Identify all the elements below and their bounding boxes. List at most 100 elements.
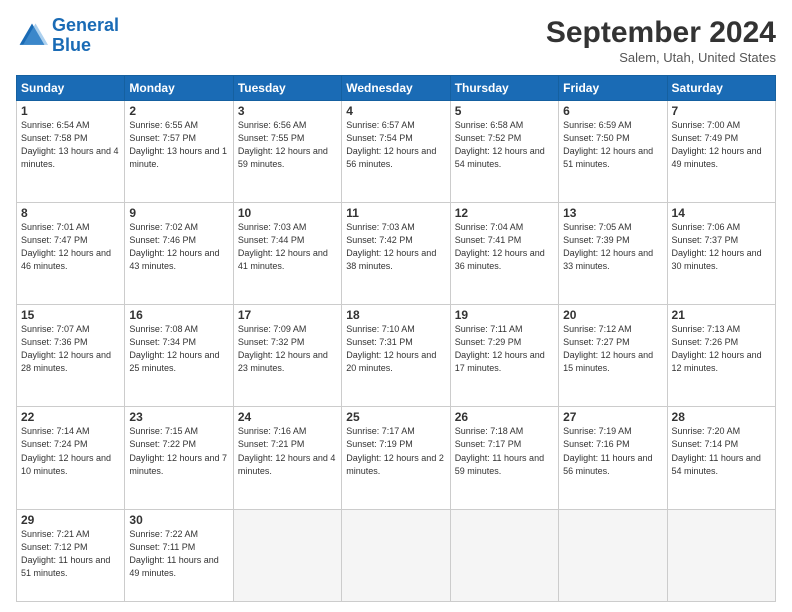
table-row <box>342 509 450 601</box>
day-number: 24 <box>238 410 337 424</box>
day-number: 21 <box>672 308 771 322</box>
day-number: 30 <box>129 513 228 527</box>
day-info: Sunrise: 7:12 AMSunset: 7:27 PMDaylight:… <box>563 324 653 373</box>
day-number: 11 <box>346 206 445 220</box>
table-row: 21 Sunrise: 7:13 AMSunset: 7:26 PMDaylig… <box>667 305 775 407</box>
logo-general: General <box>52 15 119 35</box>
day-info: Sunrise: 7:04 AMSunset: 7:41 PMDaylight:… <box>455 222 545 271</box>
calendar: Sunday Monday Tuesday Wednesday Thursday… <box>16 75 776 602</box>
day-info: Sunrise: 6:58 AMSunset: 7:52 PMDaylight:… <box>455 120 545 169</box>
table-row: 15 Sunrise: 7:07 AMSunset: 7:36 PMDaylig… <box>17 305 125 407</box>
day-number: 18 <box>346 308 445 322</box>
location: Salem, Utah, United States <box>546 50 776 65</box>
day-info: Sunrise: 7:00 AMSunset: 7:49 PMDaylight:… <box>672 120 762 169</box>
day-info: Sunrise: 7:06 AMSunset: 7:37 PMDaylight:… <box>672 222 762 271</box>
day-info: Sunrise: 7:18 AMSunset: 7:17 PMDaylight:… <box>455 426 544 475</box>
col-wednesday: Wednesday <box>342 76 450 101</box>
table-row: 19 Sunrise: 7:11 AMSunset: 7:29 PMDaylig… <box>450 305 558 407</box>
table-row: 3 Sunrise: 6:56 AMSunset: 7:55 PMDayligh… <box>233 101 341 203</box>
col-friday: Friday <box>559 76 667 101</box>
table-row: 25 Sunrise: 7:17 AMSunset: 7:19 PMDaylig… <box>342 407 450 509</box>
day-number: 22 <box>21 410 120 424</box>
col-tuesday: Tuesday <box>233 76 341 101</box>
table-row: 16 Sunrise: 7:08 AMSunset: 7:34 PMDaylig… <box>125 305 233 407</box>
calendar-week-row: 1 Sunrise: 6:54 AMSunset: 7:58 PMDayligh… <box>17 101 776 203</box>
day-number: 29 <box>21 513 120 527</box>
day-info: Sunrise: 7:17 AMSunset: 7:19 PMDaylight:… <box>346 426 444 475</box>
day-info: Sunrise: 7:11 AMSunset: 7:29 PMDaylight:… <box>455 324 545 373</box>
calendar-week-row: 15 Sunrise: 7:07 AMSunset: 7:36 PMDaylig… <box>17 305 776 407</box>
day-info: Sunrise: 7:15 AMSunset: 7:22 PMDaylight:… <box>129 426 227 475</box>
day-number: 16 <box>129 308 228 322</box>
table-row: 26 Sunrise: 7:18 AMSunset: 7:17 PMDaylig… <box>450 407 558 509</box>
day-number: 2 <box>129 104 228 118</box>
calendar-week-row: 8 Sunrise: 7:01 AMSunset: 7:47 PMDayligh… <box>17 203 776 305</box>
day-number: 8 <box>21 206 120 220</box>
day-info: Sunrise: 7:10 AMSunset: 7:31 PMDaylight:… <box>346 324 436 373</box>
day-info: Sunrise: 7:09 AMSunset: 7:32 PMDaylight:… <box>238 324 328 373</box>
table-row: 8 Sunrise: 7:01 AMSunset: 7:47 PMDayligh… <box>17 203 125 305</box>
col-saturday: Saturday <box>667 76 775 101</box>
table-row: 13 Sunrise: 7:05 AMSunset: 7:39 PMDaylig… <box>559 203 667 305</box>
day-info: Sunrise: 7:01 AMSunset: 7:47 PMDaylight:… <box>21 222 111 271</box>
day-number: 4 <box>346 104 445 118</box>
day-number: 6 <box>563 104 662 118</box>
logo-text: General Blue <box>52 16 119 56</box>
table-row: 11 Sunrise: 7:03 AMSunset: 7:42 PMDaylig… <box>342 203 450 305</box>
day-number: 26 <box>455 410 554 424</box>
day-number: 23 <box>129 410 228 424</box>
day-info: Sunrise: 6:56 AMSunset: 7:55 PMDaylight:… <box>238 120 328 169</box>
table-row: 14 Sunrise: 7:06 AMSunset: 7:37 PMDaylig… <box>667 203 775 305</box>
logo-blue: Blue <box>52 35 91 55</box>
day-number: 9 <box>129 206 228 220</box>
table-row <box>233 509 341 601</box>
day-info: Sunrise: 7:20 AMSunset: 7:14 PMDaylight:… <box>672 426 761 475</box>
day-info: Sunrise: 7:14 AMSunset: 7:24 PMDaylight:… <box>21 426 111 475</box>
col-thursday: Thursday <box>450 76 558 101</box>
table-row: 28 Sunrise: 7:20 AMSunset: 7:14 PMDaylig… <box>667 407 775 509</box>
table-row: 20 Sunrise: 7:12 AMSunset: 7:27 PMDaylig… <box>559 305 667 407</box>
day-number: 27 <box>563 410 662 424</box>
table-row: 1 Sunrise: 6:54 AMSunset: 7:58 PMDayligh… <box>17 101 125 203</box>
table-row: 24 Sunrise: 7:16 AMSunset: 7:21 PMDaylig… <box>233 407 341 509</box>
day-info: Sunrise: 7:05 AMSunset: 7:39 PMDaylight:… <box>563 222 653 271</box>
day-number: 14 <box>672 206 771 220</box>
day-number: 1 <box>21 104 120 118</box>
page: General Blue September 2024 Salem, Utah,… <box>0 0 792 612</box>
table-row: 4 Sunrise: 6:57 AMSunset: 7:54 PMDayligh… <box>342 101 450 203</box>
day-number: 28 <box>672 410 771 424</box>
table-row: 12 Sunrise: 7:04 AMSunset: 7:41 PMDaylig… <box>450 203 558 305</box>
table-row: 9 Sunrise: 7:02 AMSunset: 7:46 PMDayligh… <box>125 203 233 305</box>
table-row: 17 Sunrise: 7:09 AMSunset: 7:32 PMDaylig… <box>233 305 341 407</box>
table-row <box>559 509 667 601</box>
table-row: 7 Sunrise: 7:00 AMSunset: 7:49 PMDayligh… <box>667 101 775 203</box>
day-info: Sunrise: 7:03 AMSunset: 7:44 PMDaylight:… <box>238 222 328 271</box>
month-title: September 2024 <box>546 16 776 50</box>
table-row <box>667 509 775 601</box>
table-row: 10 Sunrise: 7:03 AMSunset: 7:44 PMDaylig… <box>233 203 341 305</box>
day-info: Sunrise: 7:19 AMSunset: 7:16 PMDaylight:… <box>563 426 652 475</box>
table-row: 23 Sunrise: 7:15 AMSunset: 7:22 PMDaylig… <box>125 407 233 509</box>
day-info: Sunrise: 7:21 AMSunset: 7:12 PMDaylight:… <box>21 529 110 578</box>
calendar-header-row: Sunday Monday Tuesday Wednesday Thursday… <box>17 76 776 101</box>
day-info: Sunrise: 6:55 AMSunset: 7:57 PMDaylight:… <box>129 120 227 169</box>
logo: General Blue <box>16 16 119 56</box>
day-info: Sunrise: 7:02 AMSunset: 7:46 PMDaylight:… <box>129 222 219 271</box>
table-row <box>450 509 558 601</box>
table-row: 29 Sunrise: 7:21 AMSunset: 7:12 PMDaylig… <box>17 509 125 601</box>
table-row: 27 Sunrise: 7:19 AMSunset: 7:16 PMDaylig… <box>559 407 667 509</box>
day-number: 17 <box>238 308 337 322</box>
table-row: 22 Sunrise: 7:14 AMSunset: 7:24 PMDaylig… <box>17 407 125 509</box>
day-info: Sunrise: 6:54 AMSunset: 7:58 PMDaylight:… <box>21 120 119 169</box>
day-info: Sunrise: 7:22 AMSunset: 7:11 PMDaylight:… <box>129 529 218 578</box>
day-number: 15 <box>21 308 120 322</box>
day-number: 20 <box>563 308 662 322</box>
calendar-week-row: 22 Sunrise: 7:14 AMSunset: 7:24 PMDaylig… <box>17 407 776 509</box>
day-info: Sunrise: 7:08 AMSunset: 7:34 PMDaylight:… <box>129 324 219 373</box>
day-number: 3 <box>238 104 337 118</box>
header: General Blue September 2024 Salem, Utah,… <box>16 16 776 65</box>
day-info: Sunrise: 7:13 AMSunset: 7:26 PMDaylight:… <box>672 324 762 373</box>
table-row: 6 Sunrise: 6:59 AMSunset: 7:50 PMDayligh… <box>559 101 667 203</box>
table-row: 5 Sunrise: 6:58 AMSunset: 7:52 PMDayligh… <box>450 101 558 203</box>
table-row: 18 Sunrise: 7:10 AMSunset: 7:31 PMDaylig… <box>342 305 450 407</box>
